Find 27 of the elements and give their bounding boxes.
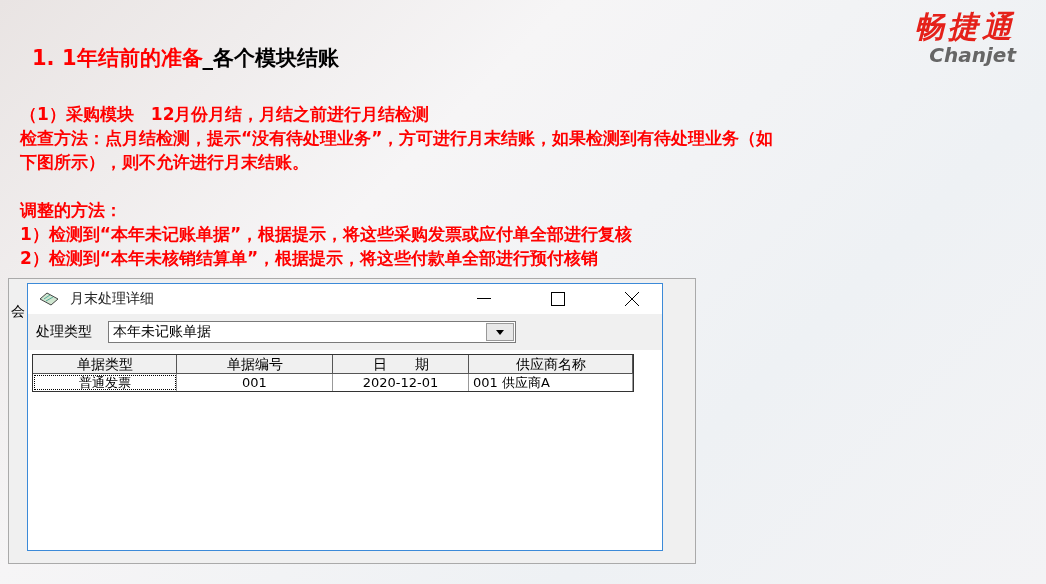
column-header[interactable]: 单据编号 bbox=[177, 355, 333, 374]
maximize-icon bbox=[551, 292, 565, 306]
logo-wordmark: Chanjet bbox=[929, 44, 1016, 66]
body-text-line: 1）检测到“本年未记账单据”，根据提示，将这些采购发票或应付单全部进行复核 bbox=[20, 223, 634, 246]
column-header[interactable]: 单据类型 bbox=[33, 355, 177, 374]
field-label: 处理类型 bbox=[36, 323, 92, 341]
body-text-line: 2）检测到“本年未核销结算单”，根据提示，将这些付款单全部进行预付核销 bbox=[20, 247, 600, 270]
type-dropdown[interactable]: 本年未记账单据 bbox=[108, 321, 516, 343]
column-header[interactable]: 供应商名称 bbox=[469, 355, 633, 374]
body-text-line: （1）采购模块 12月份月结，月结之前进行月结检测 bbox=[20, 103, 431, 126]
column-header[interactable]: 日 期 bbox=[333, 355, 469, 374]
table-cell: 2020-12-01 bbox=[333, 374, 469, 391]
table-cell: 001 供应商A bbox=[469, 374, 633, 391]
minimize-icon bbox=[477, 298, 491, 300]
body-text-line: 调整的方法： bbox=[20, 199, 123, 222]
window-title: 月末处理详细 bbox=[70, 290, 155, 308]
table-cell: 001 bbox=[177, 374, 333, 391]
caret-icon bbox=[496, 329, 504, 335]
body-text-line: 检查方法：点月结检测，提示“没有待处理业务”，方可进行月末结账，如果检测到有待处理业务（如 bbox=[20, 127, 775, 150]
table-cell: 普通发票 bbox=[33, 374, 177, 391]
app-icon bbox=[38, 291, 60, 307]
slide-title: _各个模块结账 bbox=[202, 45, 339, 72]
column-header: 会 bbox=[11, 303, 25, 321]
body-text-line: 下图所示），则不允许进行月末结账。 bbox=[20, 151, 310, 174]
slide-title-number: 1. 1年结前的准备 bbox=[32, 45, 203, 72]
close-icon bbox=[624, 291, 640, 307]
logo-text: 畅捷通 bbox=[914, 10, 1016, 44]
